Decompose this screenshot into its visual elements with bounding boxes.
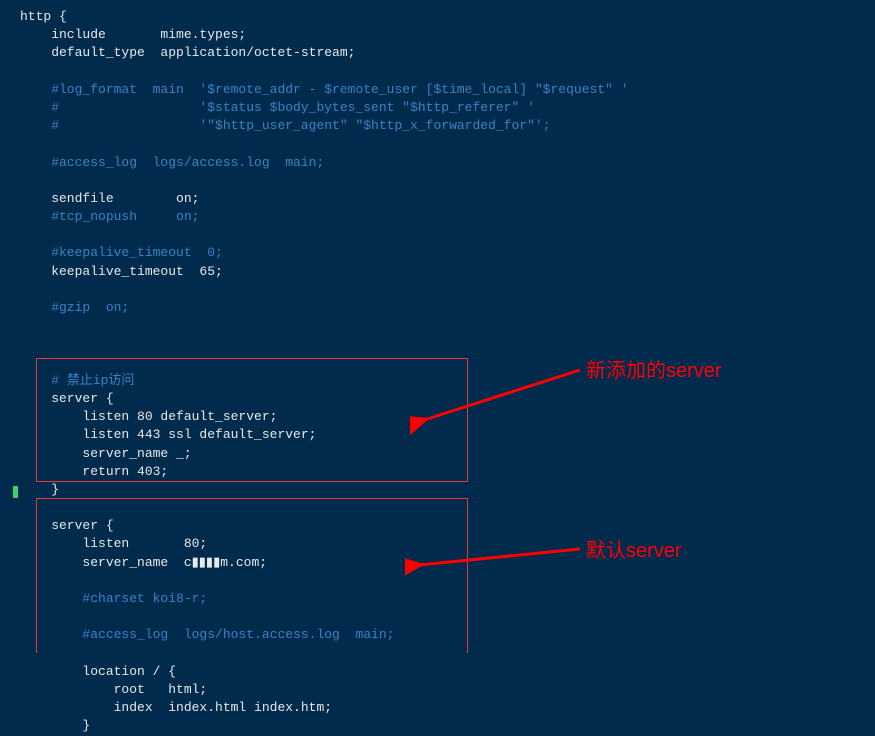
code-line: server { — [20, 390, 875, 408]
code-line — [20, 281, 875, 299]
code-line: } — [20, 481, 875, 499]
code-line: #access_log logs/access.log main; — [20, 154, 875, 172]
code-line: sendfile on; — [20, 190, 875, 208]
annotation-new-server: 新添加的server — [586, 357, 722, 385]
code-line — [20, 354, 875, 372]
code-line — [20, 317, 875, 335]
code-line: #access_log logs/host.access.log main; — [20, 626, 875, 644]
code-line: include mime.types; — [20, 26, 875, 44]
code-line: http { — [20, 8, 875, 26]
code-line: # '$status $body_bytes_sent "$http_refer… — [20, 99, 875, 117]
code-line: #gzip on; — [20, 299, 875, 317]
code-line — [20, 572, 875, 590]
code-line: #keepalive_timeout 0; — [20, 244, 875, 262]
code-line: listen 80; — [20, 535, 875, 553]
code-line: listen 80 default_server; — [20, 408, 875, 426]
code-line — [20, 226, 875, 244]
code-line — [20, 63, 875, 81]
annotation-default-server: 默认server — [586, 537, 682, 565]
code-line — [20, 608, 875, 626]
cursor-indicator — [13, 486, 18, 498]
code-line: default_type application/octet-stream; — [20, 44, 875, 62]
code-line: keepalive_timeout 65; — [20, 263, 875, 281]
code-line: # 禁止ip访问 — [20, 372, 875, 390]
code-line — [20, 172, 875, 190]
code-line — [20, 335, 875, 353]
code-line: index index.html index.htm; — [20, 699, 875, 717]
code-line: server { — [20, 517, 875, 535]
code-line — [20, 499, 875, 517]
code-line — [20, 645, 875, 663]
code-line: } — [20, 717, 875, 735]
code-line: server_name _; — [20, 445, 875, 463]
code-line: #tcp_nopush on; — [20, 208, 875, 226]
code-block: http { include mime.types; default_type … — [0, 8, 875, 736]
code-line: #charset koi8-r; — [20, 590, 875, 608]
code-line: root html; — [20, 681, 875, 699]
code-line: return 403; — [20, 463, 875, 481]
code-line — [20, 135, 875, 153]
code-line: #log_format main '$remote_addr - $remote… — [20, 81, 875, 99]
code-line: listen 443 ssl default_server; — [20, 426, 875, 444]
code-line: location / { — [20, 663, 875, 681]
code-line: # '"$http_user_agent" "$http_x_forwarded… — [20, 117, 875, 135]
code-line: server_name c▮▮▮▮m.com; — [20, 554, 875, 572]
